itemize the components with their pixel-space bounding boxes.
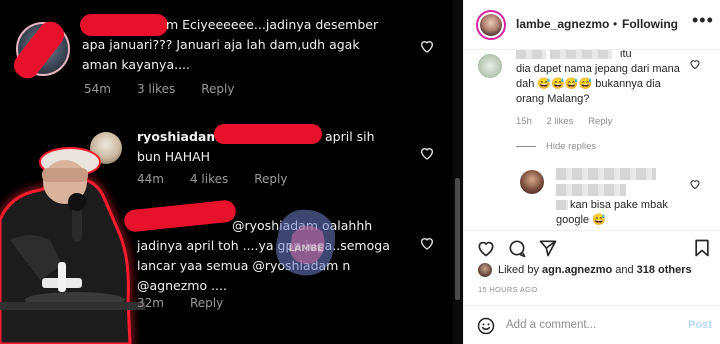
header-username[interactable]: lambe_agnezmo	[516, 17, 609, 31]
comment-reply: Reply	[189, 296, 224, 310]
comment-time: 15h	[516, 116, 532, 127]
screenshot-comment-2-meta: 44m 4 likes Reply	[137, 172, 313, 186]
screenshot-comment-1-line2: apa januari??? Januari aja lah dam,udh a…	[82, 37, 360, 52]
redacted-text	[556, 200, 568, 210]
likes-others-link[interactable]: 318 others	[637, 264, 692, 276]
comment-text: dah 😅😅😅😅 bukannya dia	[516, 78, 661, 90]
avatar	[478, 263, 492, 277]
post-side-panel: lambe_agnezmo • Following ••• itu dia da…	[463, 0, 720, 344]
comment-time: 54m	[84, 82, 111, 96]
comments-list: itu dia dapet nama jepang dari mana dah …	[464, 50, 720, 230]
hide-replies-button[interactable]: Hide replies	[546, 141, 596, 152]
redaction-mark	[214, 124, 322, 144]
scrollbar-thumb[interactable]	[455, 178, 460, 300]
comment-text: itu	[620, 50, 632, 60]
post-timestamp[interactable]: 15 HOURS AGO	[478, 285, 537, 294]
comment-text: orang Malang?	[516, 93, 590, 105]
heart-icon[interactable]	[476, 238, 496, 258]
screenshot-comment-2-line2: bun HAHAH	[137, 149, 211, 164]
screenshot-comment-2-line1: april sih	[325, 129, 375, 144]
likes-prefix: Liked by	[498, 264, 539, 276]
avatar[interactable]	[476, 10, 506, 40]
liked-by-user-link[interactable]: agn.agnezmo	[542, 264, 612, 276]
post-image: m Eciyeeeeee...jadinya desember apa janu…	[0, 0, 463, 344]
following-button[interactable]: Following	[622, 17, 678, 31]
post-button[interactable]: Post	[688, 319, 712, 331]
likes-summary: Liked by agn.agnezmo and 318 others	[478, 263, 695, 277]
comment-meta: 15h 2 likes Reply	[516, 116, 624, 127]
person-figure	[0, 147, 145, 344]
likes-joiner: and	[615, 264, 634, 276]
add-comment-bar: Post	[464, 305, 720, 344]
screenshot-comment-1-line1: m Eciyeeeeee...jadinya desember	[166, 17, 379, 32]
header-separator: •	[613, 17, 618, 31]
post-header: lambe_agnezmo • Following •••	[464, 0, 720, 50]
hide-replies-line	[516, 146, 536, 147]
action-bar	[464, 230, 720, 264]
redacted-username	[516, 50, 546, 59]
reply-button[interactable]: Reply	[588, 116, 612, 127]
screenshot-comment-1-meta: 54m 3 likes Reply	[84, 82, 260, 96]
watermark-text: LAMBE	[289, 244, 324, 254]
screenshot-comment-3-meta: 32m Reply	[137, 296, 249, 310]
comment-time: 32m	[137, 296, 164, 310]
comment-text: dia dapet nama jepang dari mana	[516, 63, 680, 75]
comment-reply: Reply	[201, 82, 235, 96]
comment-text: google 😅	[556, 214, 606, 226]
redacted-text	[550, 50, 612, 59]
comment-likes: 4 likes	[189, 172, 229, 186]
screenshot-comment-1-line3: aman kayanya....	[82, 57, 191, 72]
heart-icon[interactable]	[689, 58, 701, 70]
heart-icon	[420, 148, 434, 160]
comment-likes: 3 likes	[136, 82, 176, 96]
emoji-icon[interactable]	[476, 316, 496, 336]
heart-icon	[420, 238, 434, 250]
redacted-text	[556, 168, 656, 180]
screenshot-comment-2-username: ryoshiadam	[137, 129, 220, 144]
comment-input[interactable]	[506, 315, 676, 335]
watermark-logo: LAMBE	[275, 209, 336, 276]
comment-icon[interactable]	[507, 238, 527, 258]
heart-icon	[420, 41, 434, 53]
more-horizontal-icon[interactable]: •••	[692, 10, 714, 31]
redaction-mark	[80, 14, 168, 36]
comment-likes[interactable]: 2 likes	[547, 116, 574, 127]
avatar[interactable]	[520, 170, 544, 194]
heart-icon[interactable]	[689, 178, 701, 190]
redacted-text	[556, 184, 626, 196]
screenshot-comment-3-line4: @agnezmo ....	[137, 278, 227, 293]
screenshot-comment-3-line2: jadinya april toh ....ya gpp juga..semog…	[137, 238, 390, 253]
bookmark-icon[interactable]	[692, 238, 712, 258]
comment-reply: Reply	[254, 172, 288, 186]
comment-text: kan bisa pake mbak	[570, 199, 668, 211]
avatar[interactable]	[478, 54, 502, 78]
share-icon[interactable]	[538, 238, 558, 258]
